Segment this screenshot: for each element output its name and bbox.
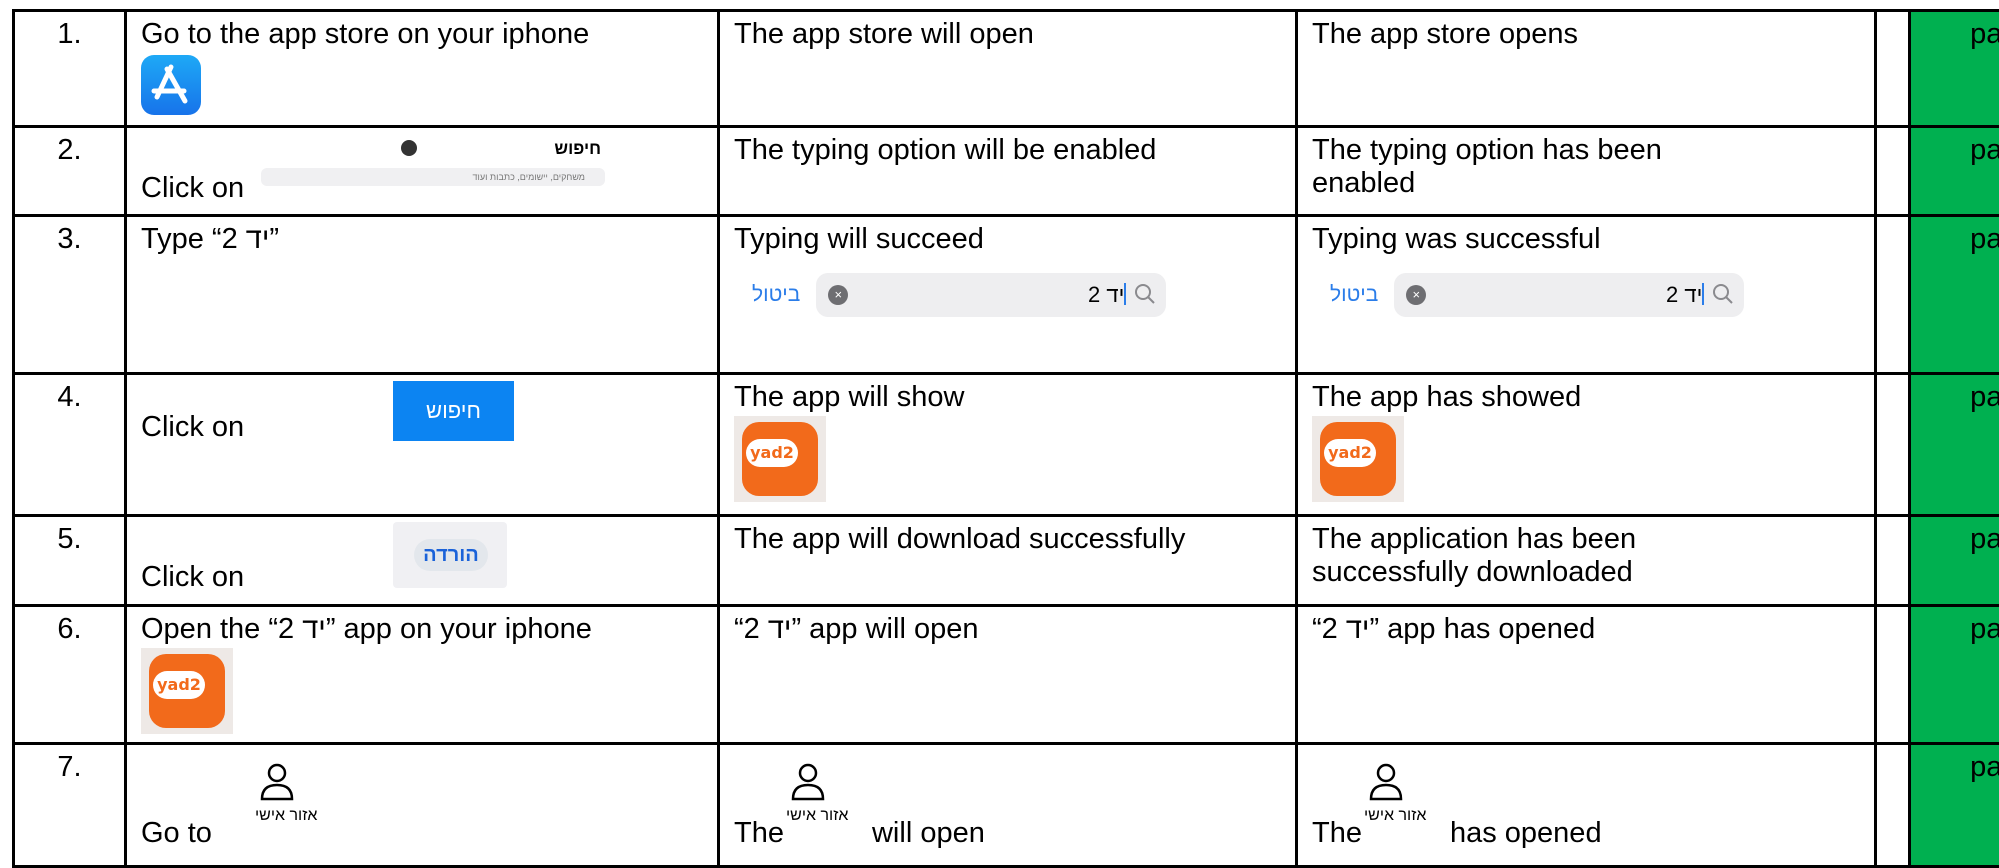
empty-cell (1876, 374, 1910, 516)
result-pass: pass (1910, 374, 1999, 516)
step-cell: Open the “2 יד” app on your iphone yad2 (126, 606, 719, 744)
expected-result: Typing will succeed (734, 223, 1285, 256)
step-cell: Click on הורדה (126, 516, 719, 606)
expected-cell: Typing will succeed ביטול × יד 2 (719, 216, 1297, 374)
search-field: × יד 2 (816, 273, 1166, 317)
person-icon (788, 761, 828, 803)
yad2-app-icon: yad2 (1312, 416, 1404, 502)
result-pass: pass (1910, 127, 1999, 216)
actual-result: Typing was successful (1312, 223, 1864, 256)
actual-pre: The (1312, 817, 1362, 849)
app-store-icon (141, 55, 201, 115)
table-row: 5. Click on הורדה The app will download … (14, 516, 1999, 606)
clear-icon: × (828, 285, 848, 305)
search-field: משחקים, יישומים, כתבות ועוד (261, 168, 605, 186)
person-icon (1366, 761, 1406, 803)
search-icon (1132, 281, 1158, 307)
yad2-app-icon: yad2 (141, 648, 233, 734)
cancel-link: ביטול (752, 282, 800, 308)
table-row: 7. אזור אישי Go to אזור אישי The will ope… (14, 744, 1999, 867)
table-row: 2. Click on חיפוש משחקים, יישומים, כתבות… (14, 127, 1999, 216)
empty-cell (1876, 127, 1910, 216)
search-bar-screenshot: ביטול × יד 2 (1330, 273, 1744, 317)
step-text: Go to (141, 817, 707, 850)
test-case-table: 1. Go to the app store on your iphone Th… (12, 9, 1999, 868)
avatar (401, 140, 417, 156)
expected-cell: אזור אישי The will open (719, 744, 1297, 867)
step-cell: Go to the app store on your iphone (126, 11, 719, 127)
actual-result: The app store opens (1297, 11, 1876, 127)
empty-cell (1876, 744, 1910, 867)
download-button-image: הורדה (393, 522, 507, 588)
search-bar-screenshot: ביטול × יד 2 (752, 273, 1166, 317)
actual-result: “2 יד” app has opened (1297, 606, 1876, 744)
step-text: Go to the app store on your iphone (141, 18, 707, 51)
table-row: 1. Go to the app store on your iphone Th… (14, 11, 1999, 127)
step-number: 6. (14, 606, 126, 744)
result-pass: pass (1910, 744, 1999, 867)
step-number: 3. (14, 216, 126, 374)
empty-cell (1876, 606, 1910, 744)
empty-cell (1876, 11, 1910, 127)
actual-cell: Typing was successful ביטול × יד 2 (1297, 216, 1876, 374)
result-pass: pass (1910, 516, 1999, 606)
step-number: 7. (14, 744, 126, 867)
step-number: 4. (14, 374, 126, 516)
result-pass: pass (1910, 216, 1999, 374)
result-pass: pass (1910, 606, 1999, 744)
step-text: Type “2 יד” (126, 216, 719, 374)
empty-cell (1876, 216, 1910, 374)
actual-result: The application has been successfully do… (1297, 516, 1876, 606)
search-title: חיפוש (554, 138, 601, 160)
area-label: אזור אישי (1364, 807, 1426, 825)
step-cell: Click on חיפוש משחקים, יישומים, כתבות וע… (126, 127, 719, 216)
actual-result: The typing option has been enabled (1297, 127, 1876, 216)
actual-result: The app has showed (1312, 381, 1864, 414)
result-pass: pass (1910, 11, 1999, 127)
actual-cell: אזור אישי The has opened (1297, 744, 1876, 867)
clear-icon: × (1406, 285, 1426, 305)
table-row: 3. Type “2 יד” Typing will succeed ביטול… (14, 216, 1999, 374)
empty-cell (1876, 516, 1910, 606)
search-field: × יד 2 (1394, 273, 1744, 317)
table-row: 6. Open the “2 יד” app on your iphone ya… (14, 606, 1999, 744)
expected-result: The app store will open (719, 11, 1297, 127)
expected-result: The app will show (734, 381, 1285, 414)
expected-result: “2 יד” app will open (719, 606, 1297, 744)
step-cell: Click on חיפוש (126, 374, 719, 516)
expected-pre: The (734, 817, 784, 849)
step-number: 2. (14, 127, 126, 216)
area-label: אזור אישי (255, 807, 317, 825)
cancel-link: ביטול (1330, 282, 1378, 308)
person-icon (257, 761, 297, 803)
expected-result: The typing option will be enabled (719, 127, 1297, 216)
yad2-app-icon: yad2 (734, 416, 826, 502)
step-number: 5. (14, 516, 126, 606)
step-text: Open the “2 יד” app on your iphone (141, 613, 707, 646)
actual-cell: The app has showed yad2 (1297, 374, 1876, 516)
app-store-search-screenshot: חיפוש משחקים, יישומים, כתבות ועוד (261, 136, 601, 198)
search-button-image: חיפוש (393, 381, 514, 441)
table-row: 4. Click on חיפוש The app will show yad2… (14, 374, 1999, 516)
actual-post: has opened (1450, 817, 1602, 849)
step-cell: אזור אישי Go to (126, 744, 719, 867)
expected-result: The app will download successfully (719, 516, 1297, 606)
expected-post: will open (872, 817, 985, 849)
step-number: 1. (14, 11, 126, 127)
expected-cell: The app will show yad2 (719, 374, 1297, 516)
area-label: אזור אישי (786, 807, 848, 825)
search-icon (1710, 281, 1736, 307)
